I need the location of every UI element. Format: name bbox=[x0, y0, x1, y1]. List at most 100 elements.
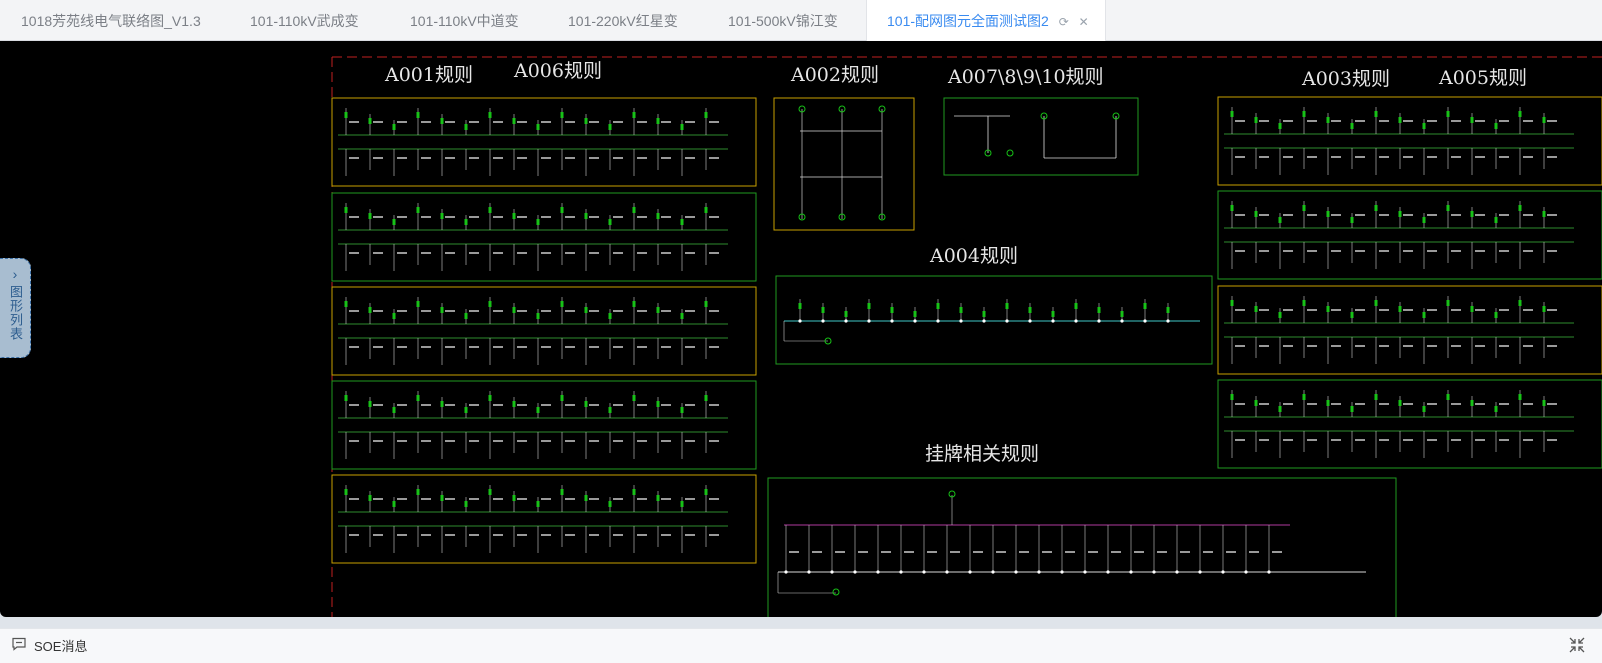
a001-panel-3-tag bbox=[397, 346, 407, 348]
a003-panel-1-tag bbox=[1379, 156, 1389, 158]
tab-hongxing[interactable]: 101-220kV红星变 bbox=[568, 0, 678, 41]
a003-panel-2-tag bbox=[1235, 214, 1245, 216]
a003-panel-3-switch bbox=[1326, 306, 1330, 312]
a003-panel-3-tag bbox=[1283, 345, 1293, 347]
tab-fangyuan[interactable]: 1018芳苑线电气联络图_V1.3 bbox=[21, 0, 201, 41]
a001-panel-5-tag bbox=[637, 498, 647, 500]
a001-panel-5-tag bbox=[445, 498, 455, 500]
diagram-canvas[interactable]: A001规则 A006规则 A002规则 A007\8\9\10规则 A003规… bbox=[0, 41, 1602, 617]
collapse-icon[interactable] bbox=[1568, 636, 1586, 654]
a003-panel-3-frame bbox=[1217, 285, 1602, 375]
a001-panel-5-tag bbox=[541, 534, 551, 536]
a001-panel-2-tag bbox=[709, 216, 719, 218]
a003-panel-3-switch bbox=[1278, 312, 1282, 318]
tab-wucheng[interactable]: 101-110kV武成变 bbox=[250, 0, 359, 41]
a001-panel-1-tag bbox=[637, 121, 647, 123]
a003-panel-4-tag bbox=[1403, 403, 1413, 405]
a001-panel-3-tag bbox=[469, 310, 479, 312]
a001-panel-4-tag bbox=[685, 404, 695, 406]
tab-zhongdao[interactable]: 101-110kV中道变 bbox=[410, 0, 519, 41]
a001-panel-1-tag bbox=[445, 157, 455, 159]
a001-panel-5-switch bbox=[584, 495, 588, 501]
a003-panel-3-tag bbox=[1427, 345, 1437, 347]
refresh-icon[interactable]: ⟳ bbox=[1059, 15, 1069, 29]
tag-node bbox=[945, 570, 949, 574]
a001-panel-4-tag bbox=[637, 404, 647, 406]
a003-panel-4-switch bbox=[1494, 406, 1498, 412]
a003-panel-2-tag bbox=[1451, 250, 1461, 252]
a001-panel-2-tag bbox=[661, 252, 671, 254]
a001-panel-3-tag bbox=[517, 346, 527, 348]
a001-panel-2-switch bbox=[344, 207, 348, 213]
a001-panel-1-frame bbox=[331, 97, 757, 187]
a001-panel-4-switch bbox=[416, 395, 420, 401]
a003-panel-4-switch bbox=[1398, 400, 1402, 406]
tab-test-diagram[interactable]: 101-配网图元全面测试图2 ⟳ ✕ bbox=[866, 0, 1106, 41]
a003-panel-2-switch bbox=[1350, 217, 1354, 223]
a001-panel-1-tag bbox=[589, 121, 599, 123]
a003-panel-3-switch bbox=[1470, 306, 1474, 312]
a003-panel-3-tag bbox=[1547, 309, 1557, 311]
a003-panel-3-switch bbox=[1374, 300, 1378, 306]
a004-switch bbox=[1166, 307, 1170, 313]
a001-panel-4-tag bbox=[589, 404, 599, 406]
a003-panel-1-tag bbox=[1307, 156, 1317, 158]
a003-panel-2-tag bbox=[1475, 250, 1485, 252]
tag-node bbox=[1198, 570, 1202, 574]
a001-panel-4-switch bbox=[368, 401, 372, 407]
a001-panel-2-tag bbox=[541, 216, 551, 218]
a001-panel-1-tag bbox=[349, 121, 359, 123]
tag-label bbox=[1272, 551, 1282, 553]
a001-panel-5-tag bbox=[445, 534, 455, 536]
close-icon[interactable]: ✕ bbox=[1079, 15, 1089, 29]
soe-panel: SOE消息 bbox=[0, 628, 1602, 663]
tag-label bbox=[881, 551, 891, 553]
a004-switch bbox=[913, 311, 917, 317]
tab-jinjiang[interactable]: 101-500kV锦江变 bbox=[728, 0, 838, 41]
a004-node bbox=[867, 319, 871, 323]
a004-node bbox=[1028, 319, 1032, 323]
a001-panel-5-switch bbox=[392, 501, 396, 507]
a003-panel-4-tag bbox=[1451, 403, 1461, 405]
tag-node bbox=[1037, 570, 1041, 574]
a003-panel-3-tag bbox=[1499, 345, 1509, 347]
a001-panel-5-frame bbox=[331, 474, 757, 564]
a001-panel-1-tag bbox=[517, 121, 527, 123]
a003-panel-2-switch bbox=[1326, 211, 1330, 217]
a003-panel-1-switch bbox=[1446, 111, 1450, 117]
a003-panel-1-switch bbox=[1542, 117, 1546, 123]
a003-panel-3-tag bbox=[1235, 309, 1245, 311]
a003-panel-2-tag bbox=[1499, 250, 1509, 252]
a004-switch bbox=[890, 307, 894, 313]
a001-panel-3-switch bbox=[536, 313, 540, 319]
soe-label: SOE消息 bbox=[34, 639, 88, 654]
a001-panel-1-tag bbox=[469, 157, 479, 159]
a003-panel-3-tag bbox=[1331, 309, 1341, 311]
a001-panel-4-tag bbox=[709, 404, 719, 406]
a003-panel-3-switch bbox=[1350, 312, 1354, 318]
a001-panel-4-tag bbox=[493, 440, 503, 442]
a001-panel-5-tag bbox=[397, 498, 407, 500]
a001-panel-1-tag bbox=[685, 121, 695, 123]
a001-panel-4-tag bbox=[613, 440, 623, 442]
a003-panel-4-switch bbox=[1542, 400, 1546, 406]
label-a003: A003规则 bbox=[1301, 68, 1390, 90]
a001-panel-3-switch bbox=[584, 307, 588, 313]
a001-panel-3-switch bbox=[368, 307, 372, 313]
graphic-list-toggle[interactable]: › 图形列表 bbox=[0, 258, 31, 358]
a001-panel-3-tag bbox=[349, 310, 359, 312]
a004-switch bbox=[798, 303, 802, 309]
a001-panel-2-switch bbox=[368, 213, 372, 219]
a001-panel-1-switch bbox=[344, 112, 348, 118]
a001-panel-5-switch bbox=[704, 489, 708, 495]
a003-panel-3-tag bbox=[1379, 345, 1389, 347]
a003-panel-4-tag bbox=[1451, 439, 1461, 441]
a001-panel-4-switch bbox=[584, 401, 588, 407]
a001-panel-3-switch bbox=[560, 301, 564, 307]
a001-panel-2-tag bbox=[709, 252, 719, 254]
a001-panel-2-switch bbox=[488, 207, 492, 213]
a001-panel-4-tag bbox=[661, 404, 671, 406]
a003-panel-1-frame bbox=[1217, 96, 1602, 186]
a007-frame bbox=[943, 97, 1139, 176]
a003-panel-4-switch bbox=[1326, 400, 1330, 406]
